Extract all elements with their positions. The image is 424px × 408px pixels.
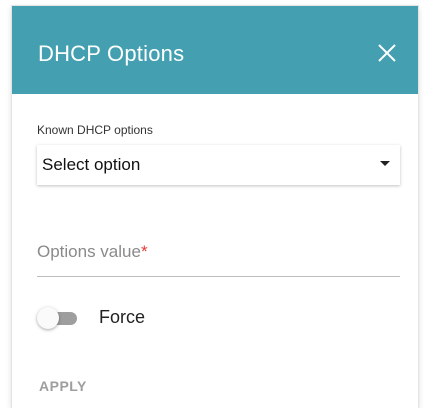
force-toggle[interactable]	[37, 307, 83, 329]
dialog-header: DHCP Options	[12, 6, 418, 94]
select-value: Select option	[42, 155, 141, 174]
apply-button[interactable]: APPLY	[39, 378, 87, 394]
required-mark: *	[140, 242, 148, 261]
dialog-title: DHCP Options	[38, 41, 185, 66]
options-value-input[interactable]: Options value*	[37, 238, 400, 277]
toggle-knob	[37, 307, 59, 329]
close-icon	[378, 44, 396, 62]
dhcp-options-dialog: DHCP Options Known DHCP options Select o…	[12, 6, 418, 408]
options-value-placeholder: Options value*	[37, 242, 148, 261]
close-button[interactable]	[372, 38, 402, 68]
known-options-select[interactable]: Select option	[37, 145, 400, 185]
known-options-label: Known DHCP options	[37, 123, 153, 137]
chevron-down-icon	[380, 161, 390, 166]
force-label: Force	[99, 307, 146, 327]
